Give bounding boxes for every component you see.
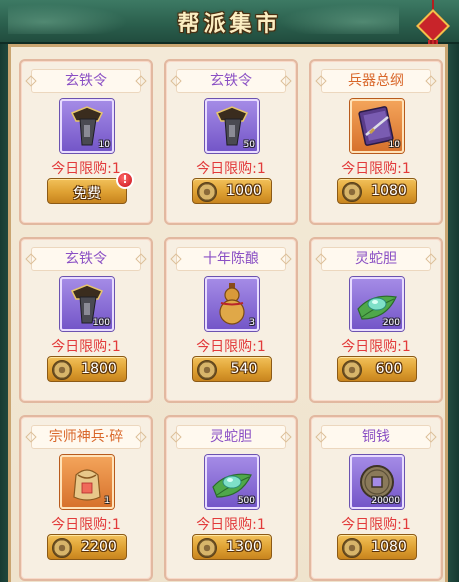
item-name: 十年陈酿 xyxy=(176,247,286,271)
buy-button[interactable]: 2200 xyxy=(47,534,127,560)
purchase-limit: 今日限购:1 xyxy=(51,339,121,355)
shop-item-card: 玄铁令 50 今日限购:1 1000 xyxy=(164,59,298,225)
item-name: 灵蛇胆 xyxy=(321,247,431,271)
item-count: 3 xyxy=(249,318,255,328)
price-value: 1080 xyxy=(371,539,407,555)
item-count: 1 xyxy=(104,496,110,506)
item-icon-slot[interactable]: 500 xyxy=(205,455,259,509)
guild-coin-icon xyxy=(197,538,217,558)
purchase-limit: 今日限购:1 xyxy=(341,161,411,177)
shop-item-card: 灵蛇胆 500 今日限购:1 1300 xyxy=(164,415,298,581)
shop-item-card: 铜钱 20000 今日限购:1 1080 xyxy=(309,415,443,581)
guild-coin-icon xyxy=(342,182,362,202)
item-icon-slot[interactable]: 100 xyxy=(60,277,114,331)
buy-button[interactable]: 1080 xyxy=(337,534,417,560)
button-label: 免费 xyxy=(73,186,101,202)
item-name: 玄铁令 xyxy=(176,69,286,93)
shop-item-card: 玄铁令 10 今日限购:1 免费 ! xyxy=(19,59,153,225)
price-value: 1800 xyxy=(81,361,117,377)
price-value: 1000 xyxy=(226,183,262,199)
purchase-limit: 今日限购:1 xyxy=(341,339,411,355)
price-value: 600 xyxy=(375,361,403,377)
item-icon-slot[interactable]: 1 xyxy=(60,455,114,509)
page-title: 帮派集市 xyxy=(177,11,282,37)
item-count: 20000 xyxy=(371,496,400,506)
guild-coin-icon xyxy=(52,538,72,558)
item-name: 兵器总纲 xyxy=(321,69,431,93)
buy-button[interactable]: 540 xyxy=(192,356,272,382)
guild-coin-icon xyxy=(342,360,362,380)
purchase-limit: 今日限购:1 xyxy=(196,517,266,533)
guild-coin-icon xyxy=(197,182,217,202)
item-count: 50 xyxy=(243,140,255,150)
item-count: 100 xyxy=(92,318,110,328)
buy-button[interactable]: 1080 xyxy=(337,178,417,204)
guild-coin-icon xyxy=(52,360,72,380)
alert-badge-icon: ! xyxy=(116,171,134,189)
item-name: 铜钱 xyxy=(321,425,431,449)
guild-coin-icon xyxy=(342,538,362,558)
purchase-limit: 今日限购:1 xyxy=(51,517,121,533)
shop-panel: 玄铁令 10 今日限购:1 免费 ! 玄铁令 50 今日限购:1 1000 兵器… xyxy=(8,44,448,582)
header-bar: 帮派集市 xyxy=(0,0,459,44)
buy-button[interactable]: 1300 xyxy=(192,534,272,560)
item-icon-slot[interactable]: 10 xyxy=(60,99,114,153)
purchase-limit: 今日限购:1 xyxy=(196,339,266,355)
item-count: 500 xyxy=(237,496,255,506)
shop-item-card: 兵器总纲 10 今日限购:1 1080 xyxy=(309,59,443,225)
shop-item-card: 宗师神兵·碎 1 今日限购:1 2200 xyxy=(19,415,153,581)
shop-item-card: 十年陈酿 3 今日限购:1 540 xyxy=(164,237,298,403)
buy-button[interactable]: 600 xyxy=(337,356,417,382)
item-count: 200 xyxy=(382,318,400,328)
buy-button[interactable]: 1800 xyxy=(47,356,127,382)
item-name: 玄铁令 xyxy=(31,69,141,93)
item-count: 10 xyxy=(98,140,110,150)
item-icon-slot[interactable]: 3 xyxy=(205,277,259,331)
free-claim-button[interactable]: 免费 ! xyxy=(47,171,134,204)
item-icon-slot[interactable]: 50 xyxy=(205,99,259,153)
item-name: 宗师神兵·碎 xyxy=(31,425,141,449)
price-value: 1300 xyxy=(226,539,262,555)
purchase-limit: 今日限购:1 xyxy=(196,161,266,177)
item-name: 灵蛇胆 xyxy=(176,425,286,449)
guild-coin-icon xyxy=(197,360,217,380)
price-value: 2200 xyxy=(81,539,117,555)
price-value: 540 xyxy=(230,361,258,377)
purchase-limit: 今日限购:1 xyxy=(341,517,411,533)
item-count: 10 xyxy=(388,140,400,150)
shop-item-card: 玄铁令 100 今日限购:1 1800 xyxy=(19,237,153,403)
item-icon-slot[interactable]: 20000 xyxy=(350,455,404,509)
price-value: 1080 xyxy=(371,183,407,199)
buy-button[interactable]: 1000 xyxy=(192,178,272,204)
item-icon-slot[interactable]: 200 xyxy=(350,277,404,331)
item-icon-slot[interactable]: 10 xyxy=(350,99,404,153)
shop-item-card: 灵蛇胆 200 今日限购:1 600 xyxy=(309,237,443,403)
item-name: 玄铁令 xyxy=(31,247,141,271)
